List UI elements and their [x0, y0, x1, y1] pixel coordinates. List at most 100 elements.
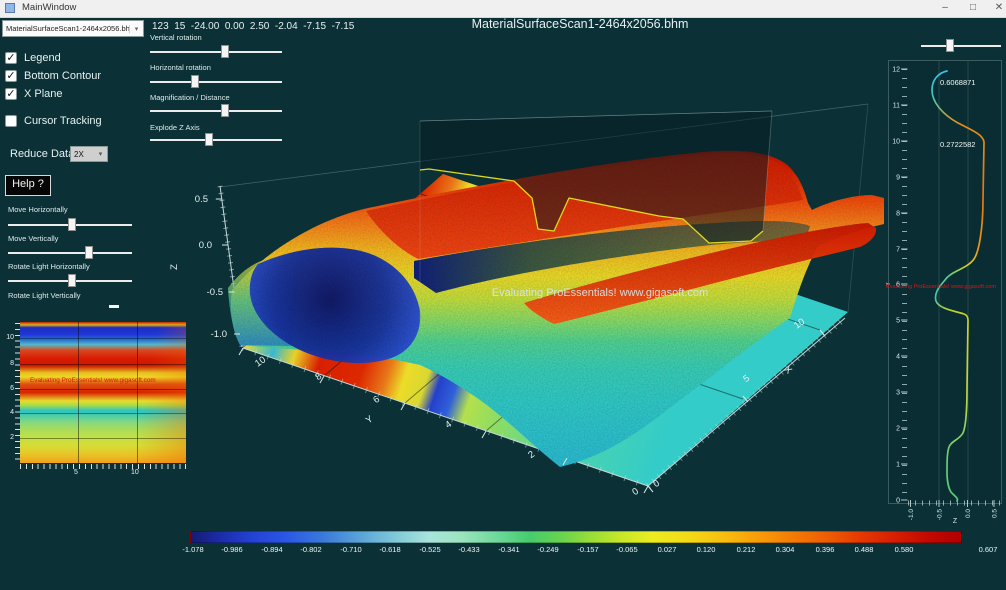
y-tick: 6 [371, 394, 382, 406]
colorbar-label: 0.027 [649, 545, 685, 554]
colorbar-label: 0.120 [688, 545, 724, 554]
y-tick: 2 [526, 449, 537, 461]
x-plane-checkbox[interactable]: ✓ [5, 88, 17, 100]
checkbox-row-cursor-tracking[interactable]: Cursor Tracking [5, 115, 102, 127]
slider-label-vertical-rotation: Vertical rotation [150, 33, 202, 42]
color-scale-bar [190, 531, 962, 543]
bottom-contour-label: Bottom Contour [24, 70, 101, 82]
y-tick: 10 [253, 354, 268, 369]
colorbar-label: 0.212 [728, 545, 764, 554]
legend-checkbox[interactable]: ✓ [5, 52, 17, 64]
move-horizontally-slider[interactable] [8, 218, 132, 234]
slider-thumb[interactable] [85, 246, 93, 259]
colorbar-label: -0.894 [254, 545, 290, 554]
rotate-light-vertically-slider[interactable] [8, 300, 132, 316]
y-axis-label: Y [364, 413, 376, 426]
colorbar-label: -0.341 [491, 545, 527, 554]
main-window: MainWindow – □ ✕ MaterialSurfaceScan1-24… [0, 0, 1006, 590]
y-tick: 9 [896, 175, 900, 182]
cursor-tracking-label: Cursor Tracking [24, 115, 102, 127]
file-dropdown-value: MaterialSurfaceScan1-2464x2056.bhm [3, 24, 129, 33]
heatmap-y-tick: 4 [2, 409, 14, 416]
checkbox-row-legend[interactable]: ✓ Legend [5, 52, 61, 64]
y-tick: 11 [893, 103, 900, 110]
colorbar-label: 0.607 [970, 545, 1006, 554]
help-button[interactable]: Help ? [5, 175, 51, 196]
checkbox-row-bottom-contour[interactable]: ✓ Bottom Contour [5, 70, 101, 82]
colorbar-label: -0.157 [570, 545, 606, 554]
window-title: MainWindow [22, 2, 76, 13]
z-tick: -0.5 [207, 287, 223, 298]
z-tick: 0.5 [195, 194, 208, 205]
slider-track[interactable] [8, 252, 132, 254]
colorbar-label: -0.065 [609, 545, 645, 554]
annotation-value: 0.2722582 [940, 140, 975, 149]
heatmap-x-tick: 10 [131, 469, 139, 476]
colorbar-label: 0.488 [846, 545, 882, 554]
colorbar-label: -1.078 [175, 545, 211, 554]
y-tick: 1 [896, 462, 900, 469]
heatmap-y-tick: 8 [2, 360, 14, 367]
x-tick: 0.5 [992, 509, 999, 518]
colorbar-label: -0.986 [214, 545, 250, 554]
y-axis-ticks [15, 323, 20, 463]
heatmap-y-tick: 10 [2, 334, 14, 341]
page-title: MaterialSurfaceScan1-2464x2056.bhm [300, 17, 860, 31]
chevron-down-icon: ▾ [94, 150, 107, 158]
y-tick: 0 [630, 486, 641, 498]
x-tick: 0.0 [965, 509, 972, 518]
checkbox-row-x-plane[interactable]: ✓ X Plane [5, 88, 63, 100]
slider-thumb[interactable] [109, 305, 119, 308]
z-axis-label: Z [169, 264, 180, 270]
slider-thumb[interactable] [68, 274, 76, 287]
heatmap-y-tick: 2 [2, 434, 14, 441]
cursor-tracking-checkbox[interactable] [5, 115, 17, 127]
reduce-data-label: Reduce Data [10, 148, 74, 160]
y-tick: 2 [896, 426, 900, 433]
annotation-value: 0.6068871 [940, 78, 975, 87]
reduce-data-dropdown[interactable]: 2X ▾ [70, 146, 108, 162]
title-bar: MainWindow – □ ✕ [0, 0, 1006, 18]
z-tick: -1.0 [211, 329, 227, 340]
y-tick: 7 [896, 247, 900, 254]
y-tick: 4 [896, 354, 900, 361]
slider-label-move-horizontally: Move Horizontally [8, 205, 68, 214]
x-tick: -0.5 [937, 509, 944, 521]
y-tick: 0 [896, 498, 900, 505]
colorbar-label: 0.580 [886, 545, 922, 554]
minimize-button[interactable]: – [930, 0, 960, 17]
reduce-data-value: 2X [71, 150, 94, 159]
colorbar-label: -0.249 [530, 545, 566, 554]
rotate-light-horizontally-slider[interactable] [8, 274, 132, 290]
slider-label-rotate-light-horizontally: Rotate Light Horizontally [8, 262, 90, 271]
colorbar-label: 0.304 [767, 545, 803, 554]
gridline [137, 322, 138, 463]
slider-thumb[interactable] [68, 218, 76, 231]
slider-label-rotate-light-vertically: Rotate Light Vertically [8, 291, 81, 300]
y-tick: 5 [896, 318, 900, 325]
chevron-down-icon: ▾ [129, 25, 143, 33]
app-icon [5, 3, 15, 13]
heatmap-y-tick: 6 [2, 385, 14, 392]
colorbar-label: -0.433 [451, 545, 487, 554]
y-tick: 12 [892, 67, 900, 74]
heatmap-x-tick: 5 [74, 469, 78, 476]
x-plane-label: X Plane [24, 88, 63, 100]
y-tick: 10 [892, 139, 900, 146]
x-axis-major-ticks [911, 500, 995, 507]
close-button[interactable]: ✕ [984, 0, 1006, 17]
slider-track[interactable] [150, 51, 282, 53]
bottom-contour-checkbox[interactable]: ✓ [5, 70, 17, 82]
colorbar-label: 0.396 [807, 545, 843, 554]
x-tick: -1.0 [908, 509, 915, 521]
watermark-text: Evaluating ProEssentials! www.gigasoft.c… [455, 287, 745, 299]
watermark-text: Evaluating ProEssentials! www.gigasoft.c… [886, 284, 1006, 290]
z-tick: 0.0 [199, 240, 212, 251]
colorbar-label: -0.710 [333, 545, 369, 554]
file-dropdown[interactable]: MaterialSurfaceScan1-2464x2056.bhm ▾ [2, 20, 144, 37]
y-tick: 3 [896, 390, 900, 397]
profile-chart: 12 11 10 9 8 7 6 5 4 3 2 1 0 -1.0 -0.5 0… [886, 38, 1006, 526]
y-tick: 8 [896, 211, 900, 218]
colorbar-label: -0.618 [372, 545, 408, 554]
move-vertically-slider[interactable] [8, 246, 132, 262]
